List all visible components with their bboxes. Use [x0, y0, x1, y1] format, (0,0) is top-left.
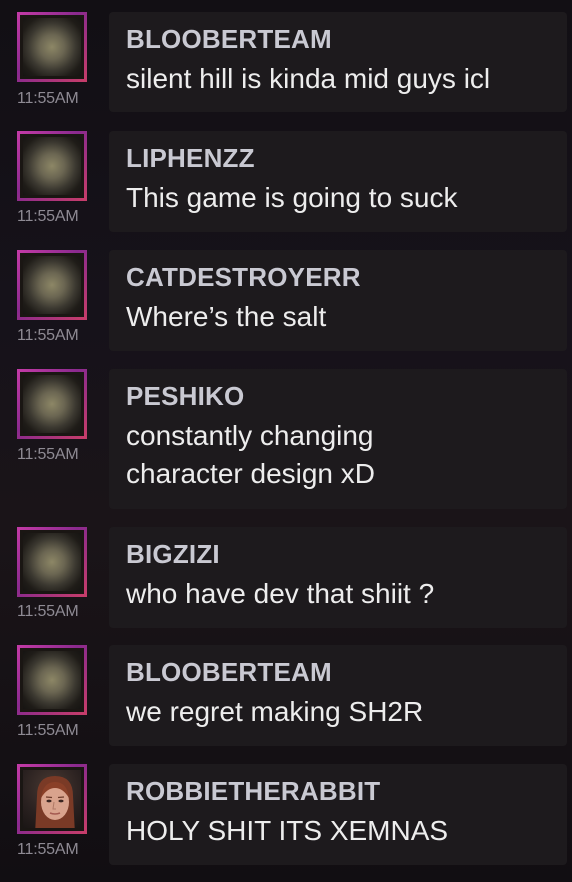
placeholder-avatar-icon — [23, 256, 81, 314]
message-text: who have dev that shiit ? — [126, 578, 435, 609]
message-username[interactable]: BLOOBERTEAM — [126, 24, 332, 55]
message-username[interactable]: ROBBIETHERABBIT — [126, 776, 380, 807]
message-bubble: PESHIKO constantly changing character de… — [109, 369, 567, 509]
avatar[interactable] — [17, 369, 87, 439]
avatar[interactable] — [17, 250, 87, 320]
avatar[interactable] — [17, 527, 87, 597]
character-face-svg — [35, 776, 75, 828]
message-bubble: BLOOBERTEAM silent hill is kinda mid guy… — [109, 12, 567, 112]
chat-feed: 11:55AM BLOOBERTEAM silent hill is kinda… — [0, 0, 572, 882]
message-timestamp: 11:55AM — [17, 841, 79, 858]
message-bubble: BIGZIZI who have dev that shiit ? — [109, 527, 567, 628]
message-username[interactable]: LIPHENZZ — [126, 143, 255, 174]
message-username[interactable]: BLOOBERTEAM — [126, 657, 332, 688]
message-username[interactable]: CATDESTROYERR — [126, 262, 361, 293]
placeholder-avatar-icon — [23, 137, 81, 195]
placeholder-avatar-icon — [23, 533, 81, 591]
placeholder-avatar-icon — [23, 651, 81, 709]
message-timestamp: 11:55AM — [17, 327, 79, 344]
message-text: HOLY SHIT ITS XEMNAS — [126, 815, 449, 846]
message-bubble: CATDESTROYERR Where’s the salt — [109, 250, 567, 351]
message-timestamp: 11:55AM — [17, 722, 79, 739]
avatar[interactable] — [17, 764, 87, 834]
placeholder-avatar-icon — [23, 375, 81, 433]
placeholder-avatar-icon — [23, 18, 81, 76]
message-text: silent hill is kinda mid guys icl — [126, 63, 491, 94]
avatar[interactable] — [17, 131, 87, 201]
message-username[interactable]: BIGZIZI — [126, 539, 220, 570]
avatar[interactable] — [17, 12, 87, 82]
avatar[interactable] — [17, 645, 87, 715]
message-timestamp: 11:55AM — [17, 603, 79, 620]
message-text: Where’s the salt — [126, 301, 327, 332]
message-timestamp: 11:55AM — [17, 446, 79, 463]
message-text: we regret making SH2R — [126, 696, 424, 727]
message-bubble: ROBBIETHERABBIT HOLY SHIT ITS XEMNAS — [109, 764, 567, 865]
message-username[interactable]: PESHIKO — [126, 381, 244, 412]
message-text: This game is going to suck — [126, 182, 458, 213]
character-face-icon — [23, 770, 81, 828]
message-bubble: LIPHENZZ This game is going to suck — [109, 131, 567, 232]
message-timestamp: 11:55AM — [17, 208, 79, 225]
message-timestamp: 11:55AM — [17, 90, 79, 107]
message-bubble: BLOOBERTEAM we regret making SH2R — [109, 645, 567, 746]
message-text: constantly changing character design xD — [126, 420, 376, 489]
